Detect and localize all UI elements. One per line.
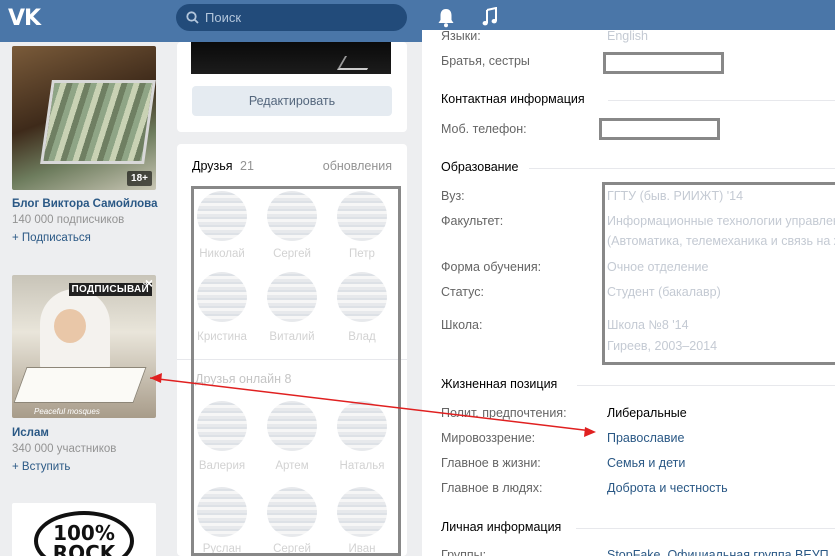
people-main-value[interactable]: Доброта и честность <box>607 481 728 495</box>
profile-info-panel: Языки: English Братья, сестры Контактная… <box>422 29 835 556</box>
people-main-label: Главное в людях: <box>441 481 543 495</box>
contact-section-title: Контактная информация <box>441 92 585 106</box>
friends-card: Друзья 21 обновления Друзья онлайн 8 Ник… <box>177 144 407 556</box>
child-face <box>54 309 86 343</box>
edit-profile-button[interactable]: Редактировать <box>192 86 392 116</box>
vk-logo[interactable]: VK <box>8 6 41 31</box>
university-label: Вуз: <box>441 189 465 203</box>
search-placeholder: Поиск <box>205 10 242 25</box>
life-main-value[interactable]: Семья и дети <box>607 456 685 470</box>
search-icon <box>186 11 199 24</box>
section-divider <box>608 100 835 101</box>
join-button[interactable]: + Вступить <box>12 461 70 473</box>
status-label: Статус: <box>441 285 484 299</box>
phone-label: Моб. телефон: <box>441 122 527 136</box>
redaction-box-phone <box>599 118 720 140</box>
friends-title[interactable]: Друзья <box>192 159 233 173</box>
subscribe-button[interactable]: + Подписаться <box>12 232 91 244</box>
ad-caption: ПОДПИСЫВАЙ <box>68 283 152 296</box>
study-form-label: Форма обучения: <box>441 260 542 274</box>
ad-image-islam[interactable]: ПОДПИСЫВАЙ × Peaceful mosques <box>12 275 156 418</box>
ad-title-islam[interactable]: Ислам <box>12 427 49 439</box>
section-divider <box>576 528 835 529</box>
languages-label: Языки: <box>441 29 481 43</box>
groups-label: Группы: <box>441 548 487 556</box>
friends-count: 21 <box>240 159 254 173</box>
age-badge: 18+ <box>127 171 152 186</box>
profile-photo[interactable] <box>191 42 391 74</box>
redaction-box-friends <box>191 186 401 556</box>
faculty-label: Факультет: <box>441 214 504 228</box>
ad-subscribers: 140 000 подписчиков <box>12 214 125 226</box>
ads-column: 18+ Блог Виктора Самойлова 140 000 подпи… <box>0 42 167 556</box>
section-divider <box>529 168 835 169</box>
ad-title-blog[interactable]: Блог Виктора Самойлова <box>12 198 157 210</box>
section-divider <box>577 385 835 386</box>
ad-image-rock[interactable]: 100% ROCK <box>12 503 156 556</box>
personal-section-title: Личная информация <box>441 520 562 534</box>
worldview-value[interactable]: Православие <box>607 431 684 445</box>
watermark: Peaceful mosques <box>34 407 100 416</box>
languages-value[interactable]: English <box>607 29 648 43</box>
profile-photo-card: Редактировать <box>177 42 407 132</box>
education-section-title: Образование <box>441 160 519 174</box>
friends-updates-link[interactable]: обновления <box>323 159 392 173</box>
close-ad-icon[interactable]: × <box>145 275 153 291</box>
worldview-label: Мировоззрение: <box>441 431 536 445</box>
notifications-bell-icon[interactable] <box>437 8 455 28</box>
siblings-label: Братья, сестры <box>441 54 530 68</box>
photo-detail <box>336 56 376 70</box>
politics-label: Полит. предпочтения: <box>441 406 567 420</box>
redaction-box-siblings <box>603 52 724 74</box>
life-main-label: Главное в жизни: <box>441 456 541 470</box>
music-note-icon[interactable] <box>482 7 498 27</box>
ad-members: 340 000 участников <box>12 443 117 455</box>
search-bar[interactable]: Поиск <box>176 4 407 31</box>
money-tray-image <box>40 80 156 164</box>
life-position-section-title: Жизненная позиция <box>441 377 558 391</box>
ad-image-blog[interactable]: 18+ <box>12 46 156 190</box>
school-label: Школа: <box>441 318 483 332</box>
open-book <box>13 367 147 403</box>
politics-value: Либеральные <box>607 406 687 420</box>
groups-value[interactable]: StopFake, Официальная группа ВЕУП <box>607 548 829 556</box>
redaction-box-education <box>602 182 835 365</box>
rock-stamp: 100% ROCK <box>34 511 134 556</box>
